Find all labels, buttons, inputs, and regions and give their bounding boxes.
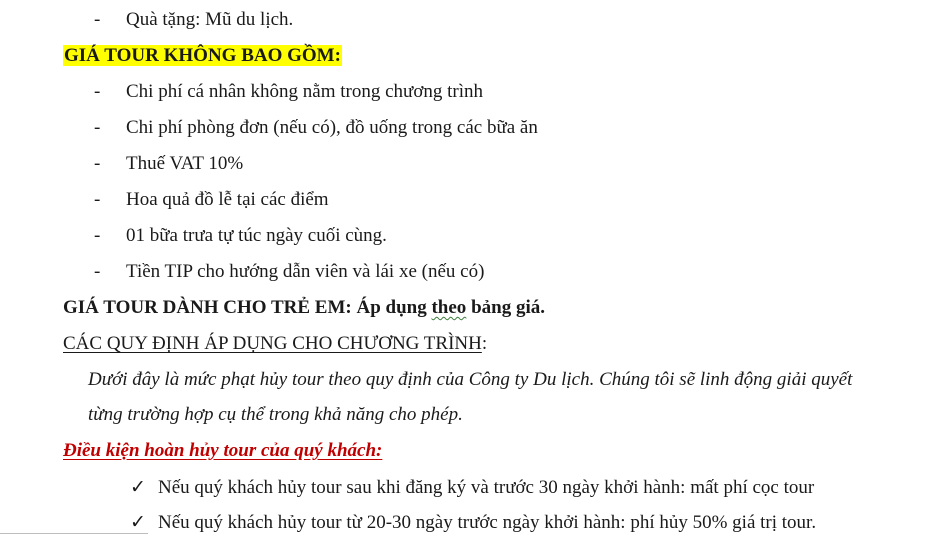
children-price-value-wavy: theo	[431, 297, 467, 318]
gift-text: Quà tặng: Mũ du lịch.	[126, 9, 294, 30]
not-included-item-text: Hoa quả đồ lễ tại các điểm	[126, 189, 329, 210]
not-included-item-text: Tiền TIP cho hướng dẫn viên và lái xe (n…	[126, 261, 485, 282]
not-included-item-text: 01 bữa trưa tự túc ngày cuối cùng.	[126, 225, 387, 246]
not-included-item-text: Chi phí phòng đơn (nếu có), đồ uống tron…	[126, 117, 538, 138]
cancellation-item-text: Nếu quý khách hủy tour sau khi đăng ký v…	[158, 477, 815, 498]
page-bottom-divider	[0, 533, 148, 534]
not-included-heading-text: GIÁ TOUR KHÔNG BAO GỒM:	[63, 45, 342, 66]
children-price-value-prefix: Áp dụng	[356, 297, 432, 318]
children-price-label: GIÁ TOUR DÀNH CHO TRẺ EM:	[63, 297, 357, 318]
rules-paragraph-line-1: Dưới đây là mức phạt hủy tour theo quy đ…	[88, 369, 853, 390]
not-included-heading: GIÁ TOUR KHÔNG BAO GỒM:	[63, 44, 342, 68]
not-included-item-text: Thuế VAT 10%	[126, 153, 244, 174]
bullet-dash: -	[94, 81, 101, 102]
cancellation-item-text: Nếu quý khách hủy tour từ 20-30 ngày trư…	[158, 512, 817, 533]
bullet-dash: -	[94, 261, 101, 282]
bullet-dash: -	[94, 9, 101, 30]
not-included-item-text: Chi phí cá nhân không nằm trong chương t…	[126, 81, 484, 102]
checkmark-icon: ✓	[130, 477, 146, 498]
rules-heading-text: CÁC QUY ĐỊNH ÁP DỤNG CHO CHƯƠNG TRÌNH	[63, 333, 482, 354]
rules-heading-suffix: :	[481, 333, 488, 354]
children-price-value-suffix: bảng giá.	[466, 297, 545, 318]
rules-heading: CÁC QUY ĐỊNH ÁP DỤNG CHO CHƯƠNG TRÌNH:	[63, 332, 487, 356]
children-price-line: GIÁ TOUR DÀNH CHO TRẺ EM: Áp dụng theo b…	[63, 296, 545, 320]
bullet-dash: -	[94, 117, 101, 138]
bullet-dash: -	[94, 189, 101, 210]
cancellation-heading-text: Điều kiện hoàn hủy tour của quý khách:	[63, 440, 383, 461]
rules-paragraph-line-2: từng trường hợp cụ thể trong khả năng ch…	[88, 404, 463, 425]
checkmark-icon: ✓	[130, 512, 146, 533]
cancellation-heading: Điều kiện hoàn hủy tour của quý khách:	[63, 439, 382, 463]
bullet-dash: -	[94, 225, 101, 246]
bullet-dash: -	[94, 153, 101, 174]
